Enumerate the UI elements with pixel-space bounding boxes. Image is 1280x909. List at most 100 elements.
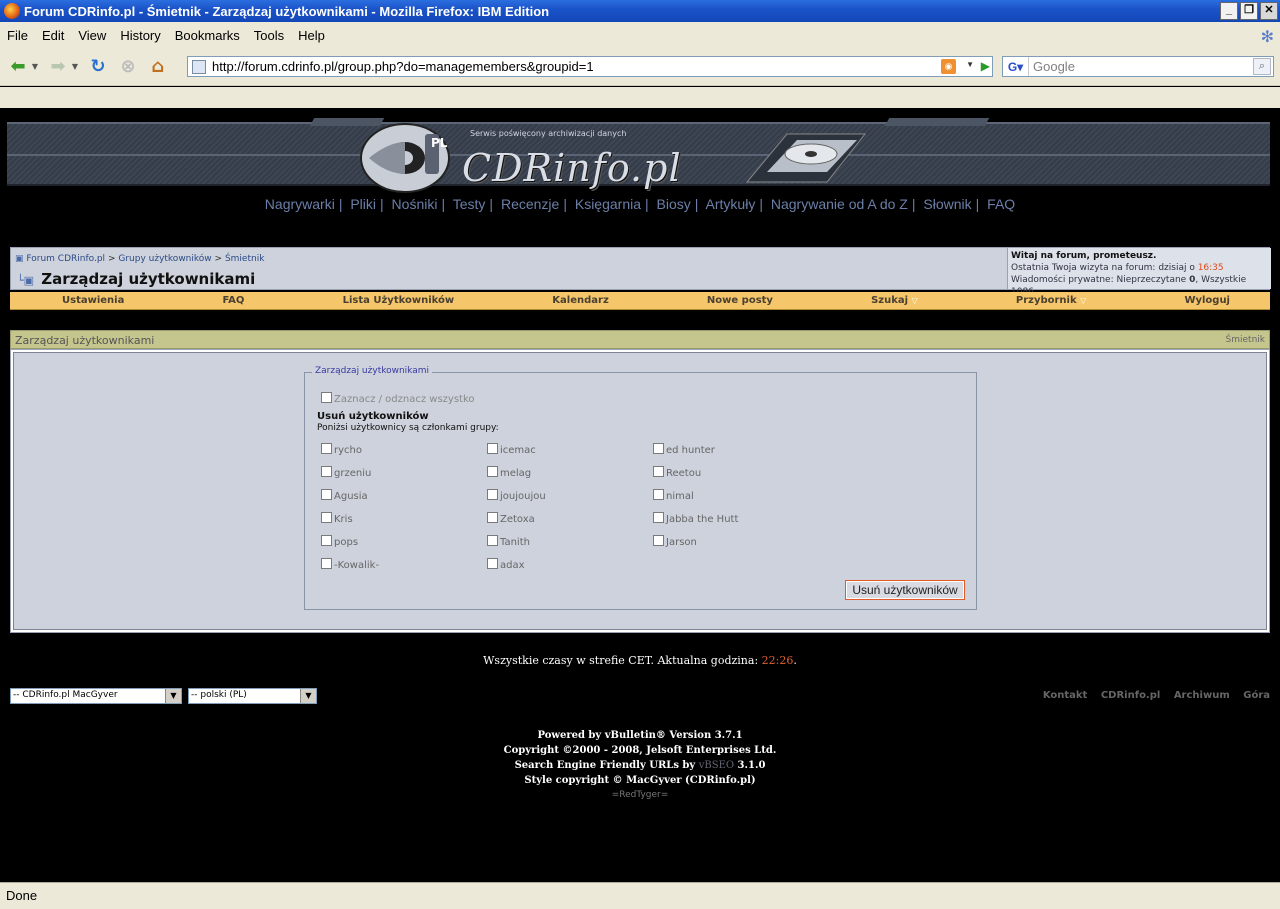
member-checkbox[interactable]: joujoujou: [487, 489, 546, 502]
footer-link-gora[interactable]: Góra: [1243, 690, 1270, 701]
forward-dropdown-icon[interactable]: ▼: [70, 55, 80, 79]
breadcrumb-groups[interactable]: Grupy użytkowników: [118, 254, 211, 264]
nav-link-nagrywarki[interactable]: Nagrywarki: [265, 196, 335, 212]
member-checkbox[interactable]: melag: [487, 466, 531, 479]
footer-links: Kontakt CDRinfo.pl Archiwum Góra: [1033, 690, 1270, 701]
breadcrumb-group[interactable]: Śmietnik: [225, 254, 264, 264]
nav-link-ksiegarnia[interactable]: Księgarnia: [575, 196, 641, 212]
breadcrumb-forum[interactable]: Forum CDRinfo.pl: [26, 254, 105, 264]
nav-link-nagrywanie[interactable]: Nagrywanie od A do Z: [771, 196, 908, 212]
maximize-button[interactable]: ❐: [1240, 2, 1258, 20]
minimize-button[interactable]: _: [1220, 2, 1238, 20]
menu-tools[interactable]: Tools: [247, 28, 291, 43]
url-text[interactable]: http://forum.cdrinfo.pl/group.php?do=man…: [212, 59, 594, 74]
member-checkbox[interactable]: icemac: [487, 443, 536, 456]
menu-lista-uzytkownikow[interactable]: Lista Użytkowników: [343, 295, 455, 306]
member-checkbox[interactable]: Jarson: [653, 535, 697, 548]
member-checkbox[interactable]: Jabba the Hutt: [653, 512, 738, 525]
menu-kalendarz[interactable]: Kalendarz: [552, 295, 608, 306]
nav-link-nosniki[interactable]: Nośniki: [392, 196, 438, 212]
cd-drive-icon: [745, 133, 867, 183]
banner-tagline: Serwis poświęcony archiwizacji danych: [470, 129, 627, 138]
member-checkbox[interactable]: ed hunter: [653, 443, 715, 456]
url-bar[interactable]: http://forum.cdrinfo.pl/group.php?do=man…: [187, 56, 993, 77]
home-icon[interactable]: ⌂: [146, 55, 170, 79]
page-title-text: Zarządzaj użytkownikami: [41, 270, 256, 288]
menu-file[interactable]: File: [0, 28, 35, 43]
menu-help[interactable]: Help: [291, 28, 332, 43]
google-engine-icon[interactable]: G▾: [1003, 57, 1029, 76]
breadcrumb: ▣ Forum CDRinfo.pl > Grupy użytkowników …: [15, 254, 265, 264]
navigation-toolbar: ⬅ ▼ ➡ ▼ ↻ ⊗ ⌂ http://forum.cdrinfo.pl/gr…: [0, 48, 1280, 86]
delete-members-button[interactable]: Usuń użytkowników: [845, 580, 965, 600]
member-checkbox[interactable]: nimal: [653, 489, 694, 502]
menu-szukaj[interactable]: Szukaj ▽: [871, 295, 918, 306]
toolbar-spacer: [0, 87, 1280, 108]
footer-link-cdrinfo[interactable]: CDRinfo.pl: [1101, 690, 1161, 701]
url-dropdown-icon[interactable]: ▼: [966, 60, 974, 69]
back-dropdown-icon[interactable]: ▼: [30, 55, 40, 79]
throbber-icon: ✻: [1260, 29, 1274, 46]
window-controls: _ ❐ ✕: [1220, 2, 1278, 20]
nav-link-slownik[interactable]: Słownik: [923, 196, 971, 212]
timezone-info: Wszystkie czasy w strefie CET. Aktualna …: [483, 654, 797, 667]
select-all-checkbox[interactable]: Zaznacz / odznacz wszystko: [321, 392, 475, 405]
chevron-down-icon[interactable]: ▼: [300, 689, 316, 703]
page-title: └▣ Zarządzaj użytkownikami: [17, 270, 255, 288]
forward-arrow-icon[interactable]: ➡: [46, 55, 70, 79]
site-top-navigation: Nagrywarki | Pliki | Nośniki | Testy | Recen…: [264, 196, 1016, 212]
nav-link-biosy[interactable]: Biosy: [657, 196, 691, 212]
close-button[interactable]: ✕: [1260, 2, 1278, 20]
forum-menu: Ustawienia FAQ Lista Użytkowników Kalend…: [10, 292, 1270, 310]
dropdown-triangle-icon: ▽: [911, 296, 918, 305]
member-checkbox[interactable]: Reetou: [653, 466, 701, 479]
member-checkbox[interactable]: Tanith: [487, 535, 530, 548]
member-checkbox[interactable]: adax: [487, 558, 525, 571]
panel-group-link[interactable]: Śmietnik: [1226, 335, 1265, 345]
search-placeholder[interactable]: Google: [1029, 59, 1075, 74]
back-arrow-icon[interactable]: ⬅: [6, 55, 30, 79]
chevron-down-icon[interactable]: ▼: [165, 689, 181, 703]
member-checkbox[interactable]: grzeniu: [321, 466, 371, 479]
forum-home-icon[interactable]: ▣: [15, 254, 24, 264]
menu-faq[interactable]: FAQ: [223, 295, 245, 306]
menu-nowe-posty[interactable]: Nowe posty: [707, 295, 773, 306]
member-checkbox[interactable]: Kris: [321, 512, 353, 525]
vbseo-link[interactable]: vBSEO: [699, 760, 734, 771]
welcome-line: Witaj na forum, prometeusz.: [1011, 251, 1157, 261]
member-checkbox[interactable]: pops: [321, 535, 358, 548]
member-checkbox[interactable]: Zetoxa: [487, 512, 535, 525]
site-logo-text[interactable]: CDRinfo.pl: [462, 146, 682, 190]
menu-view[interactable]: View: [71, 28, 113, 43]
manage-members-fieldset: Zarządzaj użytkownikami Zaznacz / odznac…: [304, 366, 977, 610]
member-checkbox[interactable]: rycho: [321, 443, 362, 456]
nav-link-testy[interactable]: Testy: [453, 196, 486, 212]
style-select[interactable]: -- CDRinfo.pl MacGyver ▼: [10, 688, 182, 704]
powered-by-footer: Powered by vBulletin® Version 3.7.1 Copy…: [0, 728, 1280, 803]
reload-icon[interactable]: ↻: [86, 55, 110, 79]
search-bar[interactable]: G▾ Google ⌕: [1002, 56, 1274, 77]
footer-link-kontakt[interactable]: Kontakt: [1043, 690, 1088, 701]
menu-bookmarks[interactable]: Bookmarks: [168, 28, 247, 43]
search-magnifier-icon[interactable]: ⌕: [1253, 58, 1271, 75]
menu-ustawienia[interactable]: Ustawienia: [62, 295, 124, 306]
menu-wyloguj[interactable]: Wyloguj: [1184, 295, 1230, 306]
status-bar: Done: [0, 882, 1280, 909]
language-select[interactable]: -- polski (PL) ▼: [188, 688, 317, 704]
footer-link-archiwum[interactable]: Archiwum: [1174, 690, 1230, 701]
menu-przybornik[interactable]: Przybornik ▽: [1016, 295, 1086, 306]
nav-link-faq[interactable]: FAQ: [987, 196, 1015, 212]
nav-link-recenzje[interactable]: Recenzje: [501, 196, 559, 212]
page-icon: [192, 59, 206, 74]
stop-icon[interactable]: ⊗: [116, 55, 140, 79]
rss-feed-icon[interactable]: ◉: [941, 59, 956, 74]
member-checkbox[interactable]: Agusia: [321, 489, 368, 502]
menu-edit[interactable]: Edit: [35, 28, 71, 43]
nav-link-pliki[interactable]: Pliki: [350, 196, 376, 212]
checkbox[interactable]: [321, 392, 332, 403]
member-checkbox[interactable]: -Kowalik-: [321, 558, 379, 571]
site-banner: Serwis poświęcony archiwizacji danych PL…: [7, 118, 1270, 193]
go-arrow-icon[interactable]: ▶: [981, 59, 990, 73]
menu-history[interactable]: History: [113, 28, 167, 43]
nav-link-artykuly[interactable]: Artykuły: [706, 196, 756, 212]
